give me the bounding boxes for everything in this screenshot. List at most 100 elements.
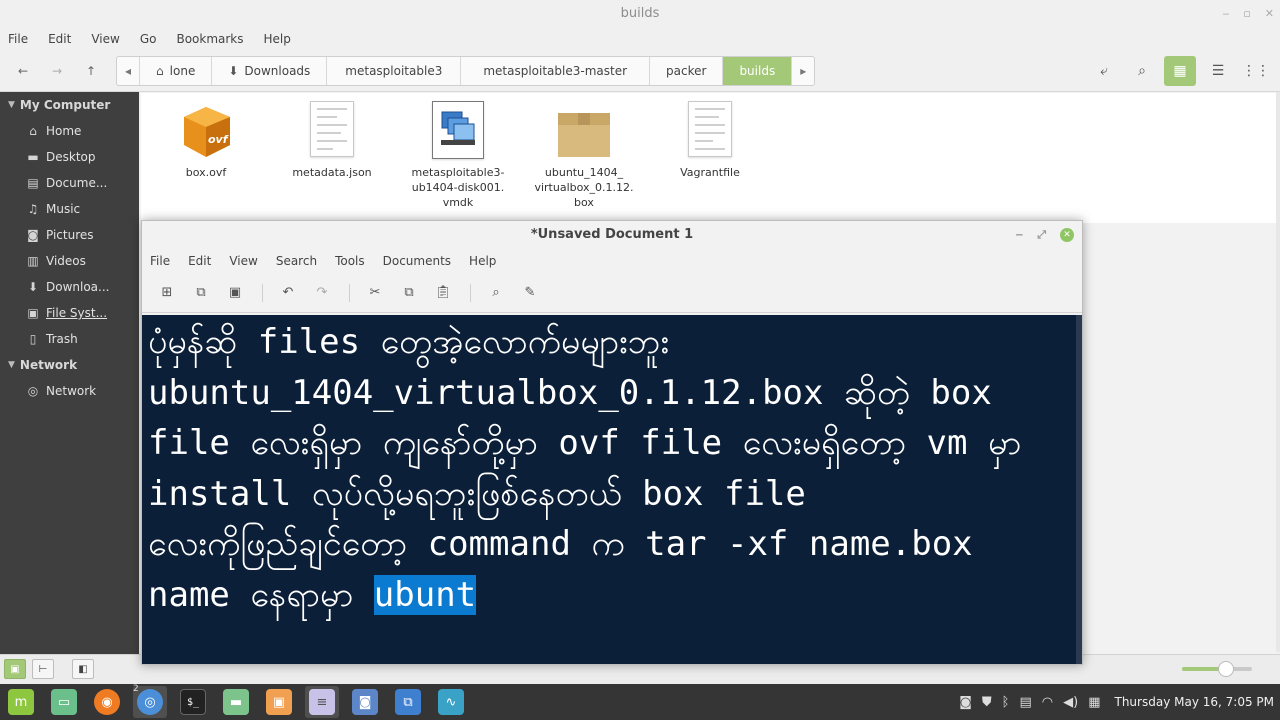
sidebar-heading: My Computer	[19, 98, 111, 112]
breadcrumb-home[interactable]: ⌂ lone	[140, 56, 213, 85]
mint-menu-button[interactable]: m	[4, 686, 38, 718]
home-icon: ⌂	[29, 124, 37, 138]
breadcrumb-metasploitable3-master[interactable]: metasploitable3-master	[461, 56, 651, 85]
maximize-icon[interactable]: ▫	[1243, 0, 1250, 28]
mint-logo-icon: m	[8, 689, 34, 715]
editor-scrollbar[interactable]	[1076, 315, 1082, 664]
file-name-line: vmdk	[442, 196, 474, 209]
fm-menu-go[interactable]: Go	[140, 32, 157, 46]
file-item-metadata-json[interactable]: metadata.json	[277, 101, 387, 180]
editor-menu-search[interactable]: Search	[276, 254, 317, 268]
sidebar-item-label: Videos	[46, 254, 86, 268]
paste-icon[interactable]: 📋︎	[430, 280, 456, 306]
file-item-ubuntu-box[interactable]: ubuntu_1404_ virtualbox_0.1.12. box	[529, 101, 639, 210]
camera-icon[interactable]: ◙	[959, 695, 972, 710]
sidebar-item-filesystem[interactable]: ▣ File Syst...	[0, 300, 139, 326]
fm-scrollbar[interactable]	[1276, 92, 1280, 652]
sidebar-item-videos[interactable]: ▥ Videos	[0, 248, 139, 274]
replace-icon[interactable]: ✎	[517, 280, 543, 306]
breadcrumb-builds[interactable]: builds	[723, 56, 793, 85]
editor-menu-view[interactable]: View	[229, 254, 257, 268]
taskbar-text-editor[interactable]: ≡	[305, 686, 339, 718]
sidebar-section-network[interactable]: ▼ Network	[0, 352, 139, 378]
editor-titlebar: *Unsaved Document 1 ‒ ⤢ ✕	[142, 221, 1082, 249]
fm-menu-view[interactable]: View	[91, 32, 119, 46]
icon-view-icon[interactable]: ▦	[1164, 56, 1196, 86]
fm-menu-help[interactable]: Help	[264, 32, 291, 46]
zoom-slider[interactable]	[1182, 661, 1252, 677]
notes-icon[interactable]: ▦	[1088, 695, 1100, 710]
sidebar-item-home[interactable]: ⌂ Home	[0, 118, 139, 144]
zoom-slider-knob[interactable]	[1218, 661, 1234, 677]
search-icon[interactable]: ⌕	[483, 280, 509, 306]
new-document-icon[interactable]: ⊞	[154, 280, 180, 306]
compact-view-icon[interactable]: ⋮⋮	[1240, 56, 1272, 86]
forward-arrow-icon[interactable]: →	[44, 58, 70, 84]
places-toggle-icon[interactable]: ▣	[4, 659, 26, 679]
search-icon[interactable]: ⌕	[1126, 56, 1158, 86]
taskbar-vmware[interactable]: ⧉	[391, 686, 425, 718]
fm-menu-file[interactable]: File	[8, 32, 28, 46]
volume-icon[interactable]: ◀)	[1063, 695, 1078, 710]
taskbar-system-monitor[interactable]: ∿	[434, 686, 468, 718]
close-icon[interactable]: ✕	[1060, 228, 1074, 242]
sidebar-item-music[interactable]: ♫ Music	[0, 196, 139, 222]
sidebar-item-desktop[interactable]: ▬ Desktop	[0, 144, 139, 170]
shield-icon[interactable]: ⛊	[982, 695, 992, 710]
taskbar-terminal[interactable]: $_	[176, 686, 210, 718]
maximize-icon[interactable]: ⤢	[1037, 221, 1046, 249]
fm-menu-bookmarks[interactable]: Bookmarks	[176, 32, 243, 46]
fm-menu-edit[interactable]: Edit	[48, 32, 71, 46]
editor-menu-tools[interactable]: Tools	[335, 254, 365, 268]
sidebar-item-downloads[interactable]: ⬇ Downloa...	[0, 274, 139, 300]
clock[interactable]: Thursday May 16, 7:05 PM	[1115, 695, 1275, 709]
editor-text-area[interactable]: ပုံမှန်ဆို files တွေအဲ့လောက်မများဘူး ubu…	[142, 315, 1078, 664]
save-icon[interactable]: ▣	[222, 280, 248, 306]
taskbar-files[interactable]: ▬	[219, 686, 253, 718]
sidebar-item-label: Trash	[46, 332, 78, 346]
breadcrumb-right-icon[interactable]: ▸	[792, 57, 814, 85]
taskbar-chromium[interactable]: 2 ◎	[133, 684, 167, 718]
sidebar-item-pictures[interactable]: ◙ Pictures	[0, 222, 139, 248]
minimize-icon[interactable]: ‒	[1016, 221, 1024, 249]
up-arrow-icon[interactable]: ↑	[78, 58, 104, 84]
breadcrumb-packer[interactable]: packer	[650, 56, 724, 85]
redo-icon[interactable]: ↷	[309, 280, 335, 306]
breadcrumb-downloads[interactable]: ⬇ Downloads	[212, 56, 328, 85]
file-item-box-ovf[interactable]: ovf box.ovf	[151, 101, 261, 180]
sidebar-section-my-computer[interactable]: ▼ My Computer	[0, 92, 139, 118]
zoom-slider-fill	[1182, 667, 1222, 671]
wifi-icon[interactable]: ◠	[1042, 695, 1053, 710]
taskbar-firefox[interactable]: ◉	[90, 686, 124, 718]
sidebar-item-trash[interactable]: ▯ Trash	[0, 326, 139, 352]
taskbar-show-desktop[interactable]: ▭	[47, 686, 81, 718]
keyboard-layout-flag-icon[interactable]: ▤	[1019, 695, 1031, 710]
editor-menu-help[interactable]: Help	[469, 254, 496, 268]
copy-icon[interactable]: ⧉	[396, 280, 422, 306]
file-name-line: ub1404-disk001.	[411, 181, 505, 194]
editor-menu-documents[interactable]: Documents	[383, 254, 451, 268]
open-document-icon[interactable]: ⧉	[188, 280, 214, 306]
toggle-location-icon[interactable]: ⤶	[1088, 56, 1120, 86]
editor-menu-file[interactable]: File	[150, 254, 170, 268]
minimize-icon[interactable]: ‒	[1222, 0, 1229, 28]
breadcrumb-left-icon[interactable]: ◂	[117, 56, 141, 85]
file-name: metasploitable3- ub1404-disk001. vmdk	[403, 165, 513, 210]
breadcrumb-metasploitable3[interactable]: metasploitable3	[327, 56, 462, 85]
sidebar-item-network[interactable]: ◎ Network	[0, 378, 139, 404]
taskbar-virtualbox[interactable]: ▣	[262, 686, 296, 718]
hide-sidebar-icon[interactable]: ◧	[72, 659, 94, 679]
list-view-icon[interactable]: ☰	[1202, 56, 1234, 86]
sidebar-item-documents[interactable]: ▤ Docume...	[0, 170, 139, 196]
taskbar-screenshot[interactable]: ◙	[348, 686, 382, 718]
file-item-vmdk[interactable]: metasploitable3- ub1404-disk001. vmdk	[403, 101, 513, 210]
back-arrow-icon[interactable]: ←	[10, 58, 36, 84]
undo-icon[interactable]: ↶	[275, 280, 301, 306]
sidebar-item-label: Pictures	[46, 228, 94, 242]
close-icon[interactable]: ✕	[1265, 0, 1274, 28]
cut-icon[interactable]: ✂	[362, 280, 388, 306]
file-item-vagrantfile[interactable]: Vagrantfile	[655, 101, 765, 180]
tree-toggle-icon[interactable]: ⊢	[32, 659, 54, 679]
editor-menu-edit[interactable]: Edit	[188, 254, 211, 268]
bluetooth-icon[interactable]: ᛒ	[1002, 695, 1010, 710]
